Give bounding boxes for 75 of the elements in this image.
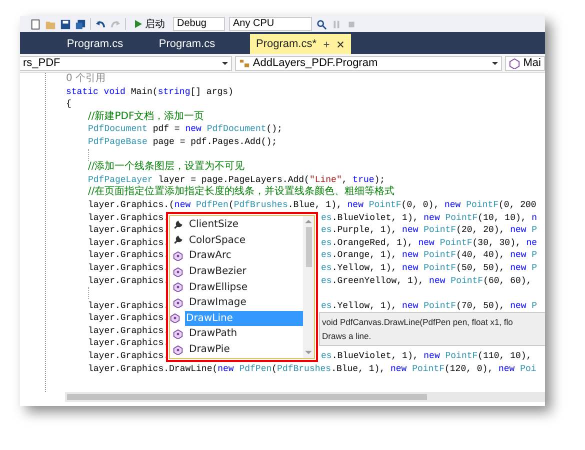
completion-item[interactable]: DrawPie bbox=[170, 342, 303, 358]
code-line: layer.Graphics. bbox=[88, 312, 170, 325]
completion-item[interactable]: DrawPath bbox=[170, 326, 303, 342]
code-line: layer.Graphics. bbox=[88, 300, 170, 312]
code-line: PdfPageBase page = pdf.Pages.Add(); bbox=[88, 136, 278, 149]
code-line: layer.Graphics. bbox=[88, 337, 170, 350]
scroll-down-icon[interactable] bbox=[305, 350, 312, 355]
code-line: es.Yellow, 1), new PointF(50, 50), new P bbox=[321, 262, 538, 274]
signature-text: void PdfCanvas.DrawLine(PdfPen pen, float x1, flo bbox=[322, 316, 513, 329]
cube-icon bbox=[509, 58, 520, 68]
caret-icon bbox=[492, 62, 498, 64]
code-line: PdfDocument pdf = new PdfDocument(); bbox=[88, 123, 282, 136]
code-line: es.BlueViolet, 1), new PointF(110, 10), bbox=[321, 350, 532, 363]
scrollbar[interactable] bbox=[65, 392, 545, 402]
new-file-icon[interactable] bbox=[30, 18, 41, 30]
code-line: layer.Graphics. bbox=[88, 274, 170, 288]
pause-icon[interactable] bbox=[331, 18, 342, 30]
code-line: //添加一个线条图层，设置为不可见 bbox=[88, 161, 245, 174]
play-icon bbox=[134, 20, 142, 28]
code-line: es.BlueViolet, 1), new PointF(10, 10), n bbox=[321, 212, 538, 224]
navigation-dropdown[interactable]: Mai bbox=[505, 56, 545, 70]
cube-icon bbox=[173, 328, 183, 339]
redo-icon[interactable] bbox=[110, 18, 121, 30]
wrench-icon bbox=[173, 235, 183, 246]
code-line: layer.Graphics. bbox=[88, 350, 170, 363]
code-line: es.Orange, 1), new PointF(40, 40), new P bbox=[321, 249, 538, 262]
document-tab[interactable]: Program.cs bbox=[142, 34, 232, 54]
cube-icon bbox=[173, 250, 183, 261]
completion-item[interactable]: ColorSpace bbox=[170, 232, 303, 248]
undo-icon[interactable] bbox=[95, 18, 106, 30]
cube-icon bbox=[170, 313, 180, 324]
code-line: layer.Graphics. bbox=[88, 262, 170, 274]
code-line: layer.Graphics. bbox=[88, 324, 170, 338]
wrench-icon bbox=[173, 220, 183, 230]
code-line: layer.Graphics.(new PdfPen(PdfBrushes.Blue, 1), new PointF(0, 0), new PointF(0, 200 bbox=[88, 198, 536, 212]
scrollbar[interactable] bbox=[303, 216, 314, 358]
code-line: layer.Graphics. bbox=[88, 236, 170, 250]
navigation-dropdown[interactable]: AddLayers_PDF.Program bbox=[234, 56, 502, 70]
configuration-dropdown[interactable]: Debug bbox=[173, 17, 225, 31]
close-icon[interactable] bbox=[336, 40, 345, 48]
completion-item[interactable]: DrawImage bbox=[170, 294, 303, 311]
code-line: //在页面指定位置添加指定长度的线条，并设置线条颜色、粗细等格式 bbox=[88, 186, 395, 199]
code-line: layer.Graphics.DrawLine(new PdfPen(PdfBrushes.Blue, 1), new PointF(120, 0), new Poi bbox=[88, 362, 536, 376]
code-line: PdfPageLayer layer = page.PageLayers.Add("Line", true); bbox=[88, 174, 386, 186]
completion-item[interactable]: DrawEllipse bbox=[170, 279, 303, 295]
completion-item[interactable]: DrawBezier bbox=[170, 264, 303, 280]
description-text: Draws a line. bbox=[322, 330, 372, 343]
code-line: { bbox=[66, 98, 72, 111]
cube-icon bbox=[173, 298, 183, 308]
save-icon[interactable] bbox=[60, 18, 71, 30]
scroll-up-icon[interactable] bbox=[305, 219, 312, 224]
start-button[interactable]: 启动 bbox=[130, 17, 169, 31]
save-all-icon[interactable] bbox=[75, 18, 86, 30]
code-line: es.GreenYellow, 1), new PointF(60, 60), bbox=[321, 274, 532, 288]
code-line: //新建PDF文档，添加一页 bbox=[88, 110, 204, 124]
document-tab[interactable]: Program.cs bbox=[50, 34, 140, 54]
cube-icon bbox=[173, 282, 183, 292]
find-icon[interactable] bbox=[316, 18, 327, 30]
caret-icon bbox=[222, 62, 228, 64]
document-tab[interactable]: Program.cs* bbox=[250, 34, 351, 54]
code-line: layer.Graphics. bbox=[88, 249, 170, 262]
completion-item[interactable]: DrawArc bbox=[170, 248, 303, 264]
code-line: es.Yellow, 1), new PointF(70, 50), new P bbox=[321, 300, 538, 312]
cube-icon bbox=[173, 344, 183, 355]
code-line: es.Purple, 1), new PointF(20, 20), new P bbox=[321, 224, 538, 237]
code-line: es.OrangeRed, 1), new PointF(30, 30), ne bbox=[321, 236, 538, 250]
code-line: layer.Graphics. bbox=[88, 212, 170, 224]
cube-icon bbox=[173, 266, 183, 277]
code-line: static void Main(string[] args) bbox=[66, 86, 234, 98]
completion-item[interactable]: ClientSize bbox=[170, 217, 303, 233]
reference-count[interactable]: 0 个引用 bbox=[66, 73, 106, 86]
code-line: layer.Graphics. bbox=[88, 224, 170, 237]
navigation-dropdown[interactable]: rs_PDF bbox=[20, 56, 232, 70]
platform-dropdown[interactable]: Any CPU bbox=[229, 17, 312, 31]
class-icon bbox=[238, 58, 250, 68]
